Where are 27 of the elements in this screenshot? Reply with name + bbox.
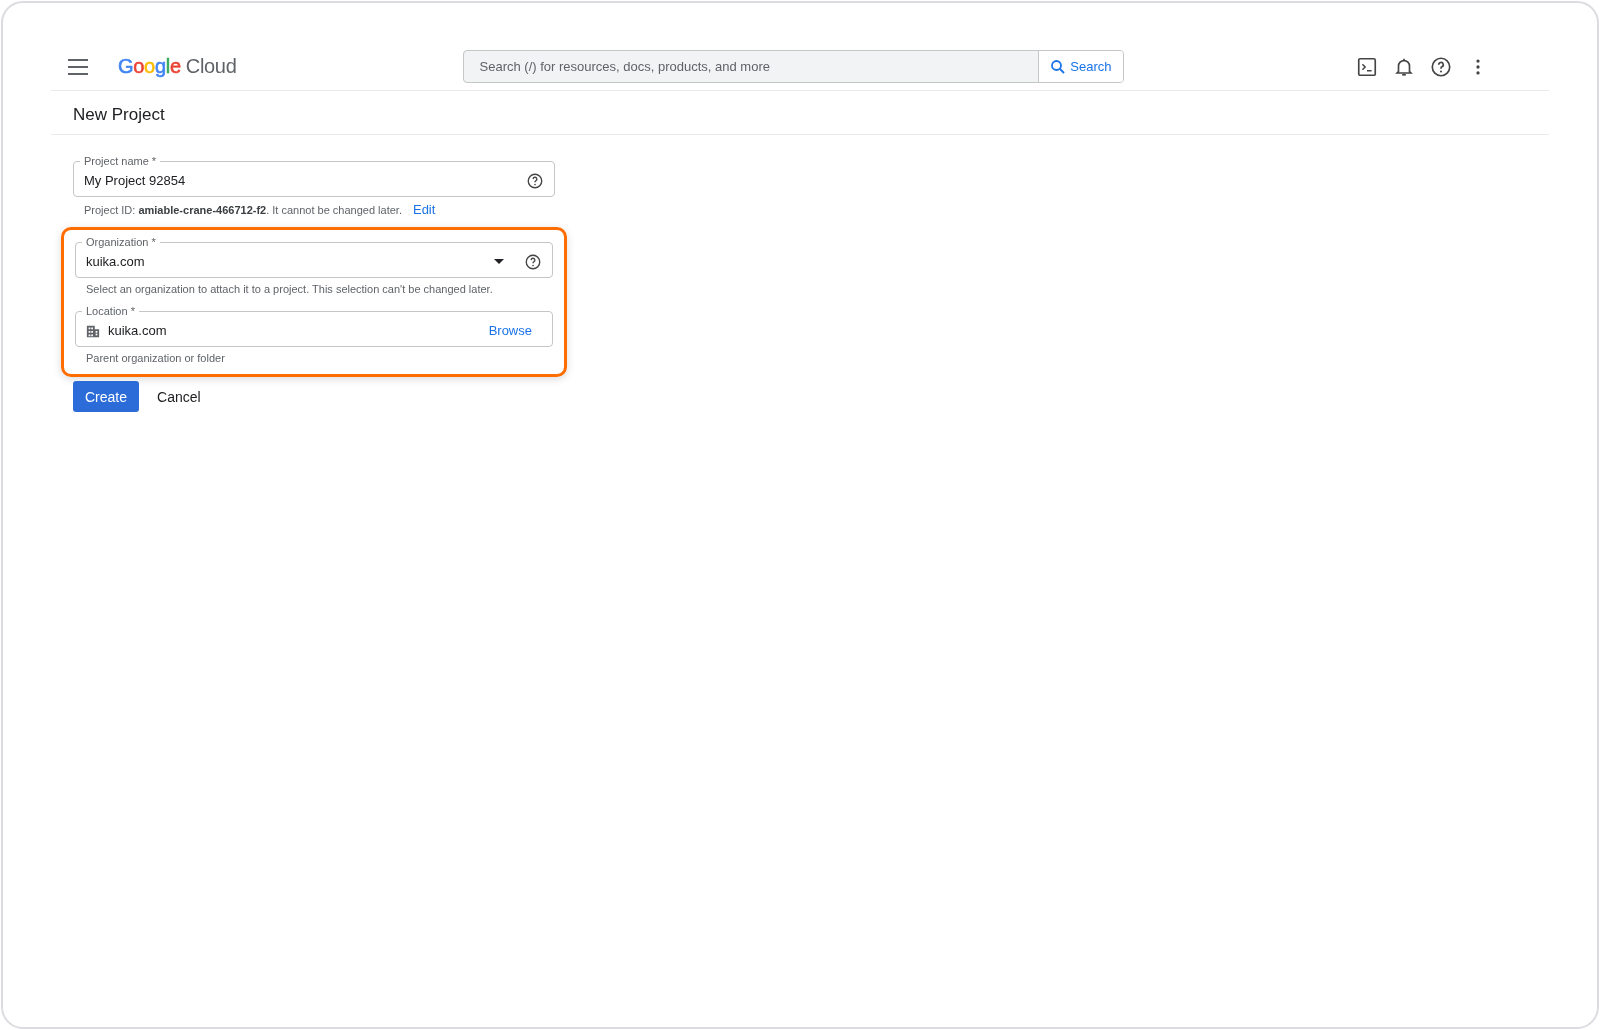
menu-icon[interactable]: [68, 58, 88, 75]
building-icon: [86, 323, 100, 338]
project-id-text: Project ID: amiable-crane-466712-f2. It cannot be changed later.: [84, 203, 402, 216]
page-title: New Project: [51, 91, 1549, 135]
field-value: kuika.com: [108, 323, 168, 338]
cancel-button[interactable]: Cancel: [157, 388, 201, 405]
logo[interactable]: Google Cloud: [118, 55, 237, 78]
field-label: Project name *: [83, 155, 158, 167]
project-name-field[interactable]: Project name * My Project 92854: [73, 155, 555, 197]
browse-button[interactable]: Browse: [478, 323, 542, 338]
help-icon[interactable]: [524, 252, 542, 271]
search-bar[interactable]: Search (/) for resources, docs, products, and more Search: [462, 50, 1124, 83]
organization-dropdown[interactable]: Organization * kuika.com: [75, 236, 553, 278]
search-button[interactable]: Search: [1038, 51, 1123, 82]
field-value: kuika.com: [86, 254, 146, 269]
location-field[interactable]: Location * kuika.com Browse: [75, 305, 553, 347]
edit-link[interactable]: Edit: [412, 202, 436, 217]
terminal-icon[interactable]: [1356, 55, 1378, 78]
field-label: Organization *: [85, 236, 157, 248]
caret-icon: [494, 259, 504, 264]
helper-text: Select an organization to attach it to a project. This selection can't be changed later.: [86, 283, 493, 295]
helper-text: Parent organization or folder: [86, 352, 225, 364]
create-button[interactable]: Create: [73, 381, 140, 412]
help-icon[interactable]: [1430, 55, 1452, 78]
field-value: My Project 92854: [84, 173, 187, 188]
field-label: Location *: [85, 305, 136, 317]
help-icon[interactable]: [526, 171, 544, 190]
